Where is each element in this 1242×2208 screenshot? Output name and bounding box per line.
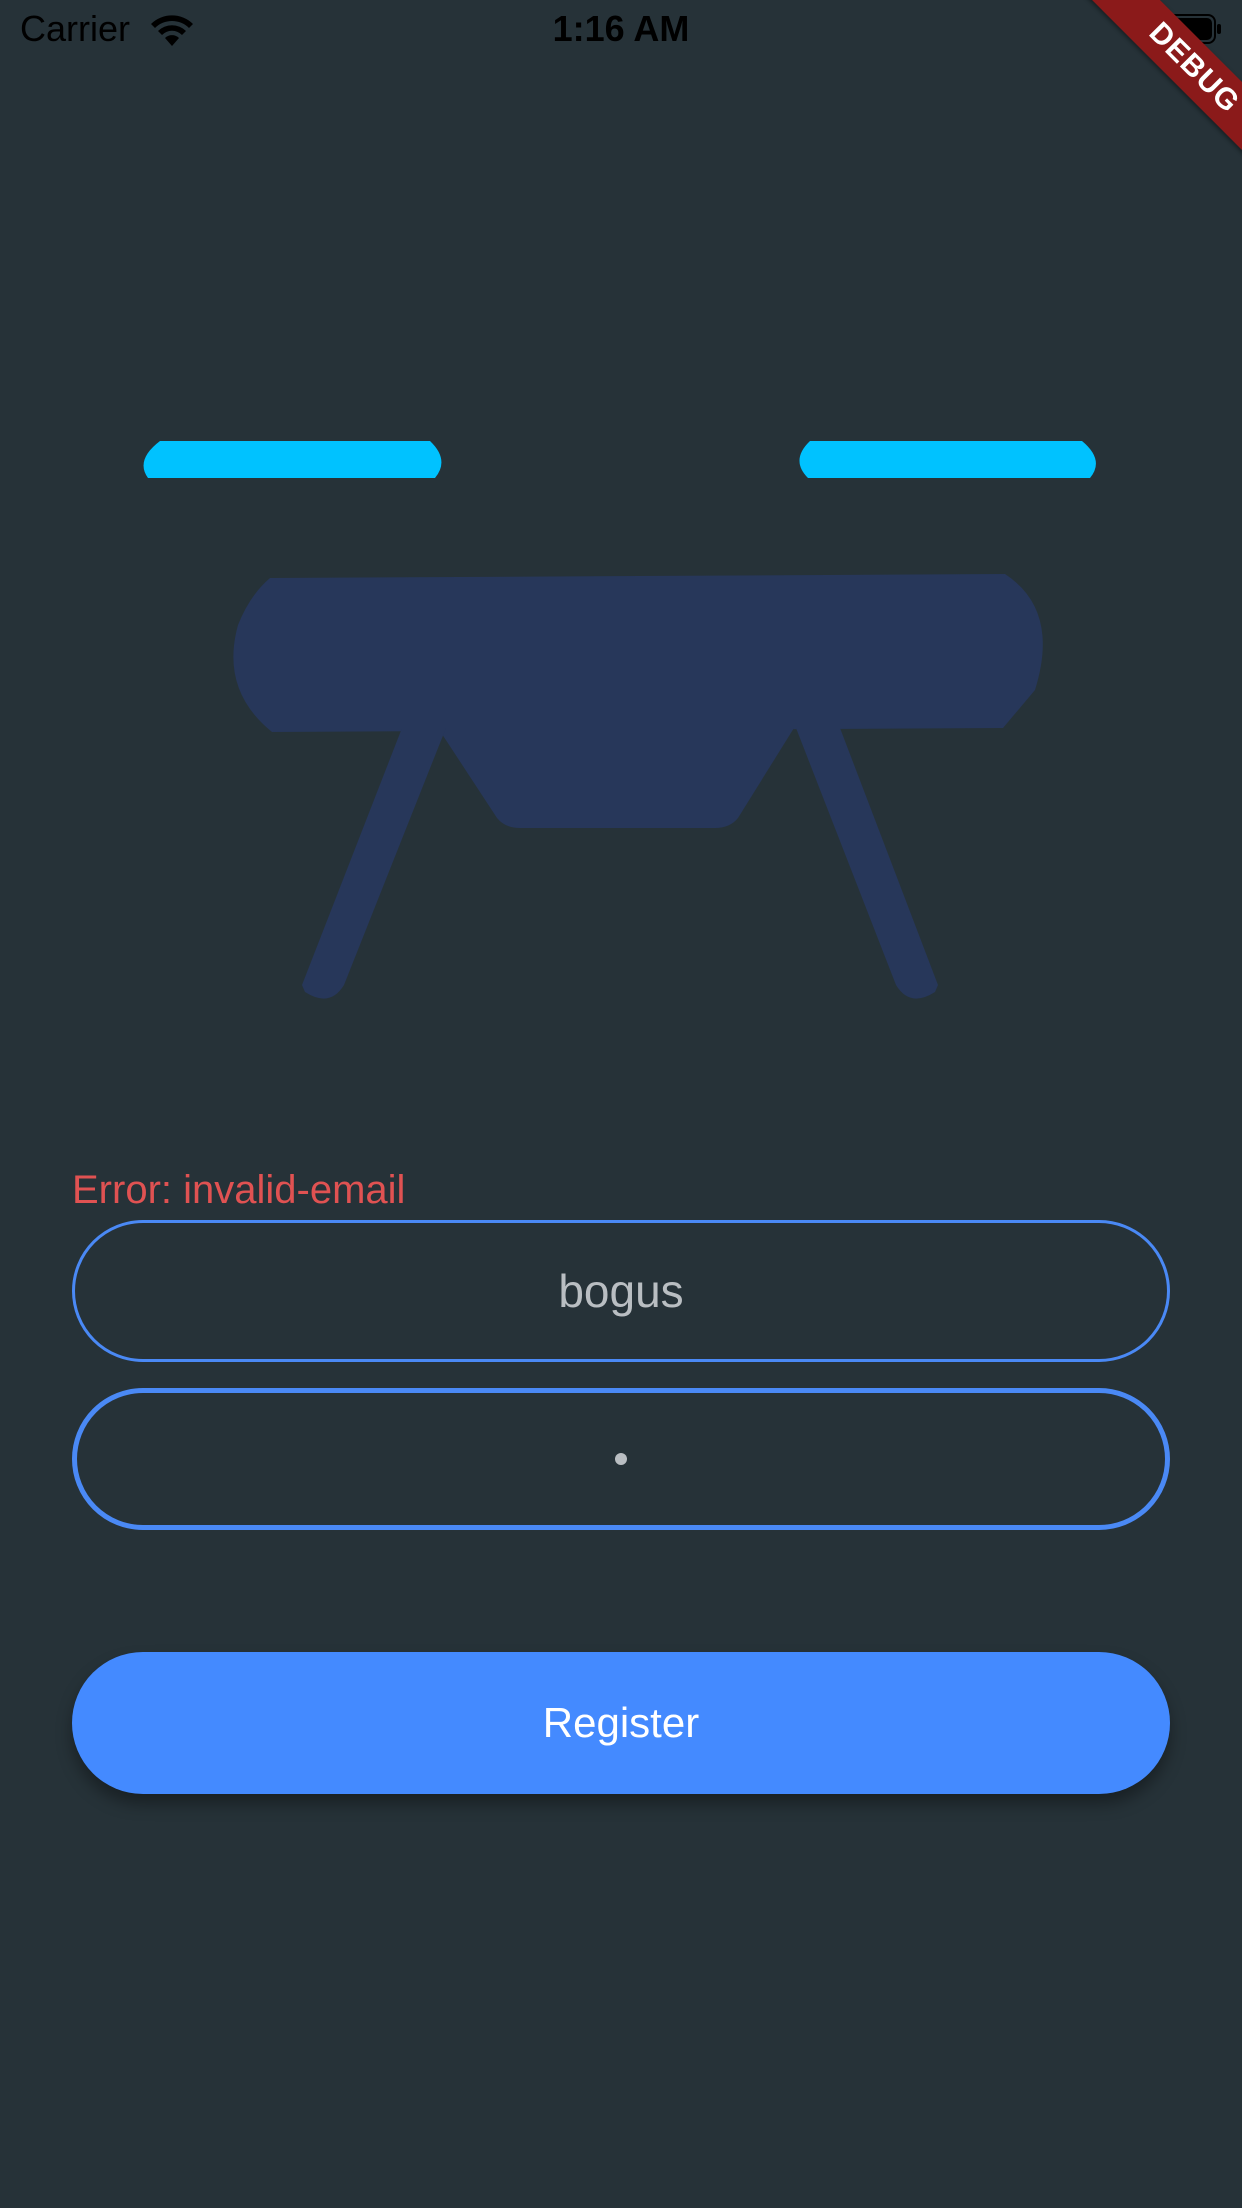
register-screen: Carrier 1:16 AM DEBUG Error: invalid-ema… bbox=[0, 0, 1242, 2208]
password-mask-dot bbox=[615, 1453, 627, 1465]
password-field[interactable] bbox=[72, 1388, 1170, 1530]
register-button-label: Register bbox=[542, 1699, 700, 1746]
right-rotor bbox=[799, 441, 1096, 478]
right-leg bbox=[796, 728, 938, 999]
left-rotor bbox=[143, 441, 442, 478]
drone-body bbox=[233, 574, 1043, 732]
drone-icon bbox=[143, 441, 1096, 999]
left-leg bbox=[302, 728, 446, 999]
email-value: bogus bbox=[558, 1265, 684, 1317]
email-field[interactable]: bogus bbox=[72, 1220, 1170, 1362]
error-message: Error: invalid-email bbox=[72, 1168, 406, 1212]
drone-belly bbox=[438, 728, 794, 828]
register-button[interactable]: Register bbox=[72, 1652, 1170, 1794]
